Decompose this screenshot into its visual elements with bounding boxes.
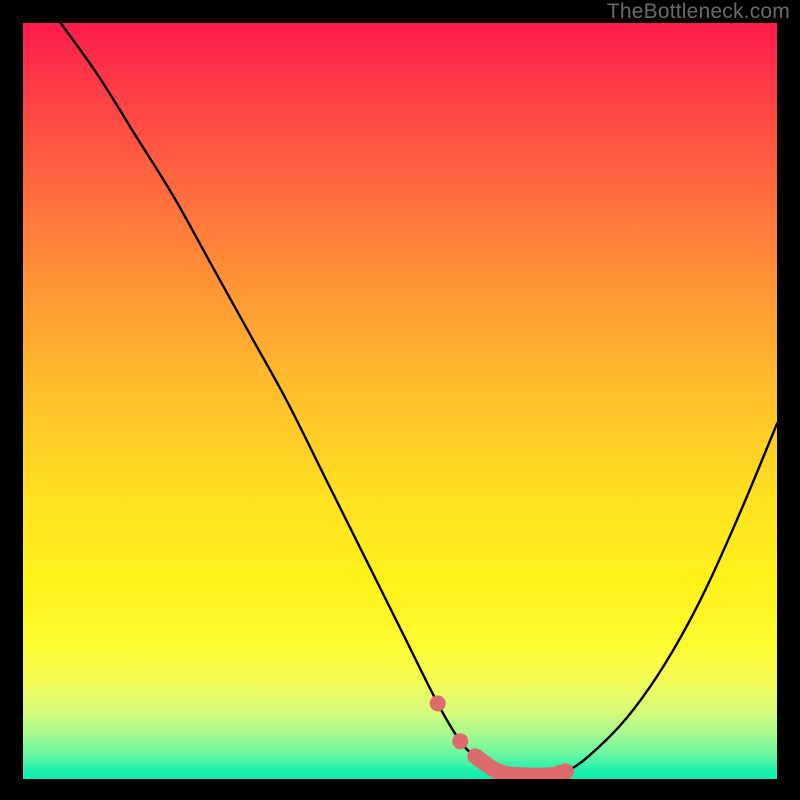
highlight-dot [452, 733, 468, 749]
chart-frame: TheBottleneck.com [0, 0, 800, 800]
watermark-text: TheBottleneck.com [607, 0, 790, 24]
primary-curve [61, 23, 777, 776]
highlight-segment [475, 756, 565, 775]
highlight-dot [430, 695, 446, 711]
plot-area [23, 23, 777, 779]
curve-layer [23, 23, 777, 779]
